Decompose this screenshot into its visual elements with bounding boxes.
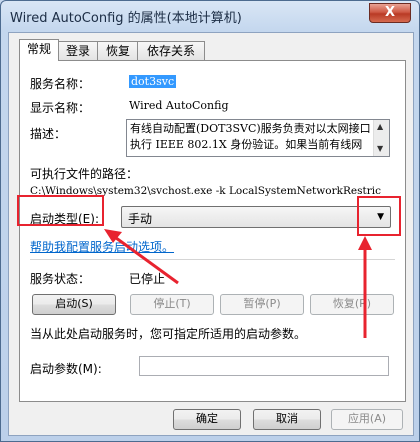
arrowhead-dropdown xyxy=(358,236,372,250)
arrow-to-startup-type xyxy=(111,233,179,285)
annotation-arrows xyxy=(104,229,372,338)
tab-general[interactable]: 常规 xyxy=(19,39,59,61)
